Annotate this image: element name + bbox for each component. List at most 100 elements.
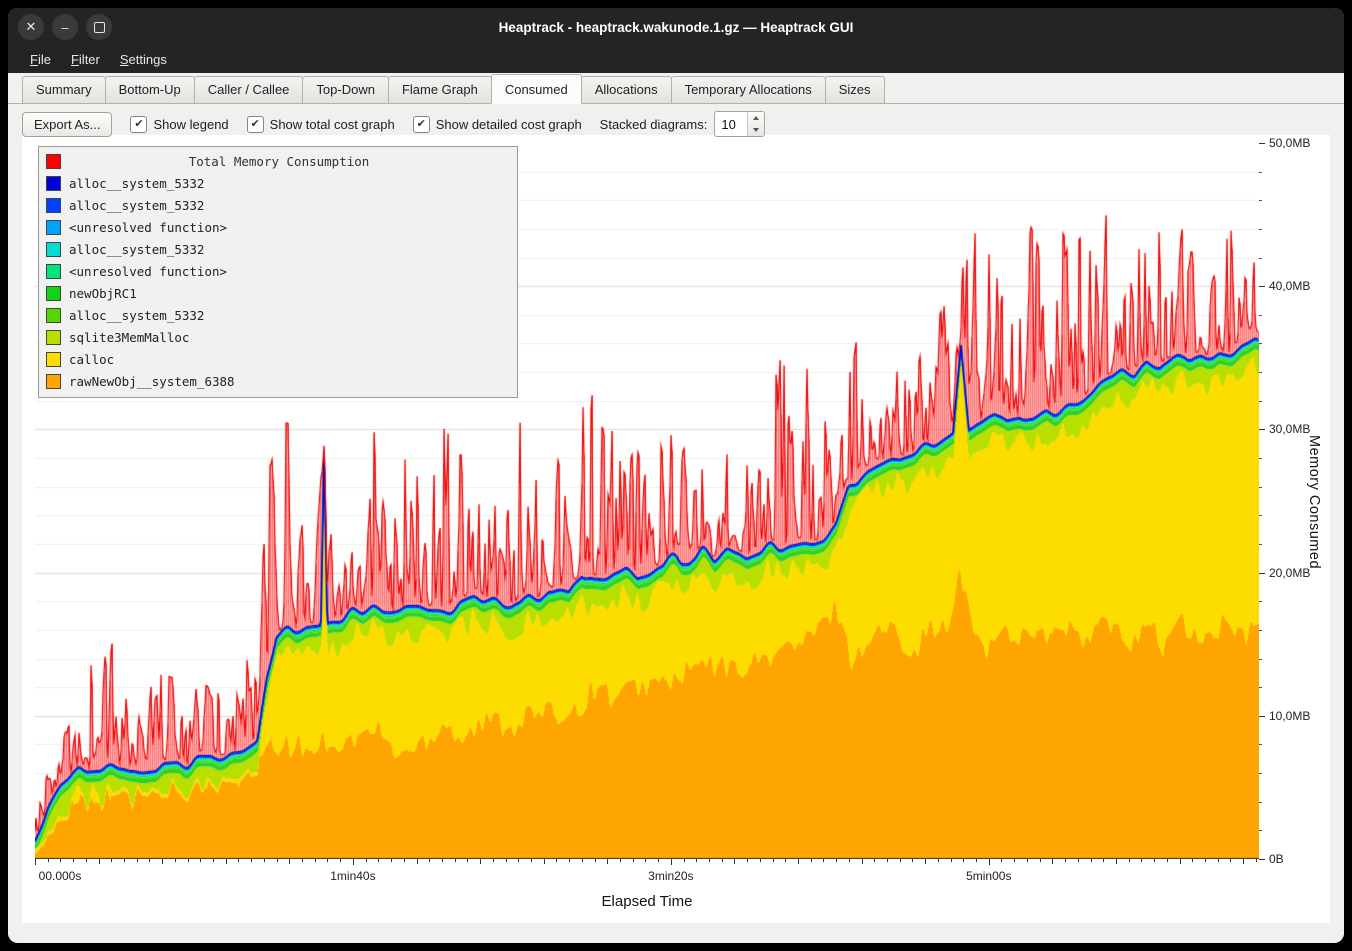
legend-item[interactable]: newObjRC1: [43, 282, 513, 304]
y-tick: [1259, 716, 1265, 717]
x-minor-tick: [582, 859, 583, 862]
checkbox-show-detailed-cost-graph[interactable]: ✔Show detailed cost graph: [413, 116, 582, 133]
menu-file[interactable]: File: [20, 48, 61, 71]
stacked-diagrams-spinbox[interactable]: 10: [714, 111, 765, 137]
stacked-diagrams-control: Stacked diagrams: 10: [600, 111, 766, 137]
checkbox-show-total-cost-graph[interactable]: ✔Show total cost graph: [247, 116, 395, 133]
y-minor-tick: [1259, 659, 1262, 660]
legend-item-label: <unresolved function>: [69, 264, 227, 279]
x-minor-tick: [417, 859, 418, 864]
x-minor-tick: [951, 859, 952, 862]
x-minor-tick: [238, 859, 239, 862]
legend-swatch: [46, 308, 61, 323]
x-minor-tick: [747, 859, 748, 862]
x-minor-tick: [404, 859, 405, 862]
x-minor-tick: [722, 859, 723, 862]
x-minor-tick: [1129, 859, 1130, 862]
tab-bottom-up[interactable]: Bottom-Up: [105, 76, 195, 104]
x-minor-tick: [912, 859, 913, 862]
spin-down-button[interactable]: [748, 124, 764, 136]
spin-up-button[interactable]: [748, 112, 764, 124]
legend-swatch: [46, 242, 61, 257]
y-tick: [1259, 143, 1265, 144]
checkbox-check-icon: ✔: [130, 116, 147, 133]
x-minor-tick: [938, 859, 939, 862]
x-minor-tick: [289, 859, 290, 864]
x-minor-tick: [773, 859, 774, 862]
legend-item-label: alloc__system_5332: [69, 198, 204, 213]
y-minor-tick: [1259, 601, 1262, 602]
x-minor-tick: [226, 859, 227, 864]
x-minor-tick: [671, 859, 672, 865]
x-minor-tick: [760, 859, 761, 862]
legend-item-label: newObjRC1: [69, 286, 137, 301]
menu-filter[interactable]: Filter: [61, 48, 110, 71]
app-window: ✕ – Heaptrack - heaptrack.wakunode.1.gz …: [8, 8, 1344, 943]
x-minor-tick: [60, 859, 61, 862]
legend-item[interactable]: rawNewObj__system_6388: [43, 370, 513, 392]
legend-item[interactable]: alloc__system_5332: [43, 238, 513, 260]
maximize-button[interactable]: [86, 14, 112, 40]
close-button[interactable]: ✕: [18, 14, 44, 40]
x-minor-tick: [366, 859, 367, 862]
x-minor-tick: [1116, 859, 1117, 864]
legend-item-label: <unresolved function>: [69, 220, 227, 235]
window-title: Heaptrack - heaptrack.wakunode.1.gz — He…: [8, 20, 1344, 35]
tab-sizes[interactable]: Sizes: [825, 76, 885, 104]
y-tick-label: 40,0MB: [1269, 279, 1310, 293]
tab-allocations[interactable]: Allocations: [581, 76, 672, 104]
legend-item-label: alloc__system_5332: [69, 176, 204, 191]
checkbox-label: Show total cost graph: [270, 117, 395, 132]
minimize-icon: –: [61, 20, 68, 35]
legend-item[interactable]: sqlite3MemMalloc: [43, 326, 513, 348]
titlebar: ✕ – Heaptrack - heaptrack.wakunode.1.gz …: [8, 8, 1344, 46]
y-tick-label: 0B: [1269, 852, 1284, 866]
x-minor-tick: [544, 859, 545, 864]
x-minor-tick: [1256, 859, 1257, 862]
x-minor-tick: [645, 859, 646, 862]
x-minor-tick: [175, 859, 176, 862]
y-axis-title: Memory Consumed: [1306, 435, 1322, 569]
legend-item[interactable]: alloc__system_5332: [43, 304, 513, 326]
y-minor-tick: [1259, 515, 1262, 516]
y-tick: [1259, 573, 1265, 574]
tab-flame-graph[interactable]: Flame Graph: [388, 76, 492, 104]
legend-swatch: [46, 286, 61, 301]
x-minor-tick: [823, 859, 824, 862]
y-minor-tick: [1259, 200, 1262, 201]
x-minor-tick: [35, 859, 36, 865]
tab-temporary-allocations[interactable]: Temporary Allocations: [671, 76, 826, 104]
legend-item-label: alloc__system_5332: [69, 242, 204, 257]
checkbox-label: Show detailed cost graph: [436, 117, 582, 132]
x-minor-tick: [1141, 859, 1142, 862]
tab-consumed[interactable]: Consumed: [491, 74, 582, 104]
tab-summary[interactable]: Summary: [22, 76, 106, 104]
legend-item[interactable]: <unresolved function>: [43, 216, 513, 238]
checkbox-show-legend[interactable]: ✔ Show legend: [130, 116, 228, 133]
chart-legend: Total Memory Consumptionalloc__system_53…: [38, 146, 518, 398]
menu-settings[interactable]: Settings: [110, 48, 177, 71]
x-minor-tick: [1243, 859, 1244, 864]
legend-item[interactable]: calloc: [43, 348, 513, 370]
legend-item[interactable]: alloc__system_5332: [43, 194, 513, 216]
legend-item[interactable]: <unresolved function>: [43, 260, 513, 282]
export-as-button[interactable]: Export As...: [22, 112, 112, 137]
x-minor-tick: [1027, 859, 1028, 862]
x-minor-tick: [633, 859, 634, 862]
legend-item[interactable]: alloc__system_5332: [43, 172, 513, 194]
x-minor-tick: [785, 859, 786, 862]
minimize-button[interactable]: –: [52, 14, 78, 40]
x-minor-tick: [1052, 859, 1053, 864]
x-minor-tick: [874, 859, 875, 862]
x-minor-tick: [1065, 859, 1066, 862]
x-minor-tick: [900, 859, 901, 862]
legend-swatch: [46, 352, 61, 367]
tab-caller-callee[interactable]: Caller / Callee: [194, 76, 304, 104]
checkbox-label: Show legend: [153, 117, 228, 132]
x-minor-tick: [99, 859, 100, 864]
x-tick-label: 5min00s: [966, 869, 1011, 883]
legend-item-label: sqlite3MemMalloc: [69, 330, 189, 345]
x-minor-tick: [1091, 859, 1092, 862]
legend-swatch: [46, 264, 61, 279]
tab-top-down[interactable]: Top-Down: [302, 76, 389, 104]
